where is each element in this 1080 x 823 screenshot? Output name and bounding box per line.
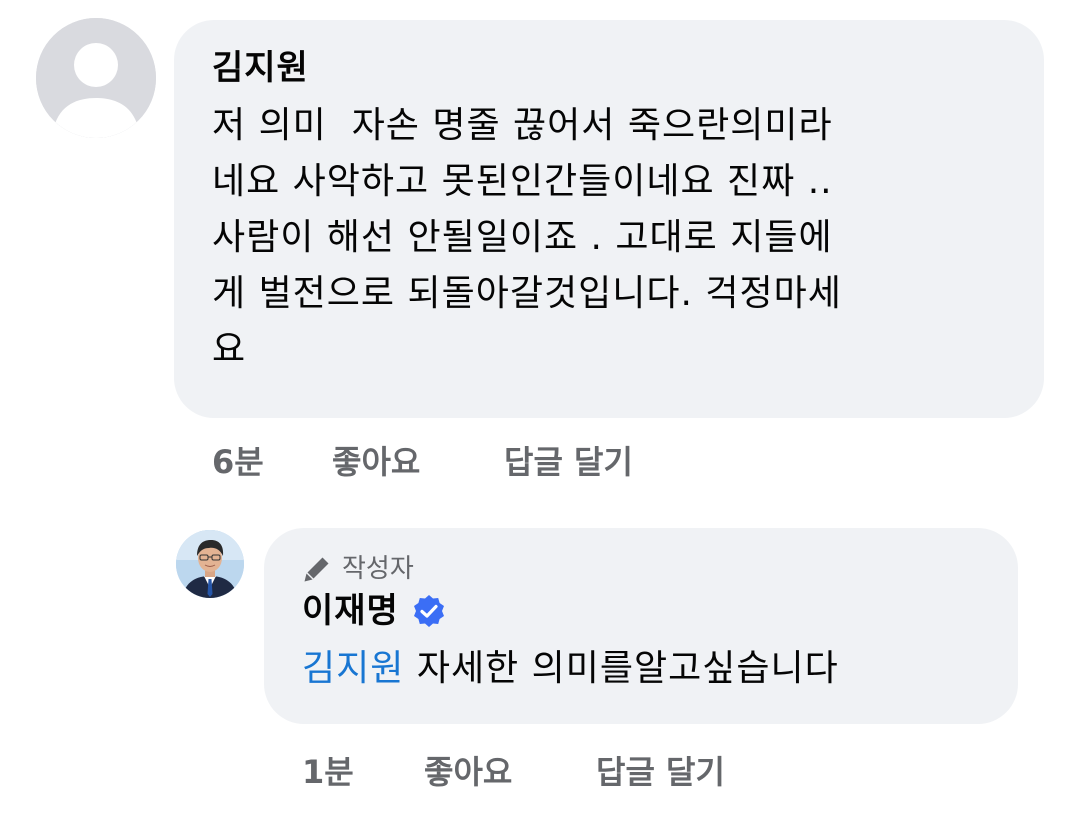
verified-badge-icon — [413, 595, 444, 627]
reply-bubble: 작성자 이재명 김지원 자세한 의미를알고싶습니다 — [264, 528, 1018, 724]
mention-link[interactable]: 김지원 — [302, 648, 404, 689]
comment-timestamp[interactable]: 6분 — [212, 442, 332, 482]
pencil-icon — [304, 557, 329, 582]
author-badge: 작성자 — [302, 552, 988, 586]
reply-reply-button[interactable]: 답글 달기 — [596, 752, 725, 792]
reply-author-name[interactable]: 이재명 — [302, 588, 399, 634]
comment-author-name[interactable]: 김지원 — [212, 44, 1014, 92]
reply-timestamp[interactable]: 1분 — [302, 752, 424, 792]
commenter-avatar[interactable] — [36, 18, 156, 138]
author-badge-label: 작성자 — [342, 554, 414, 584]
reply-button[interactable]: 답글 달기 — [504, 442, 633, 482]
comment-text: 저 의미 자손 명줄 끊어서 죽으란의미라 네요 사악하고 못된인간들이네요 진… — [212, 105, 842, 370]
comment-actions: 6분 좋아요 답글 달기 — [212, 442, 633, 482]
reply-body: 자세한 의미를알고싶습니다 — [404, 648, 839, 689]
author-profile-photo — [176, 530, 244, 598]
reply-actions: 1분 좋아요 답글 달기 — [302, 752, 725, 792]
default-profile-icon — [36, 18, 156, 138]
like-button[interactable]: 좋아요 — [332, 442, 504, 482]
reply-like-button[interactable]: 좋아요 — [424, 752, 596, 792]
author-avatar[interactable] — [176, 530, 244, 598]
reply-author-row: 이재명 — [302, 588, 988, 634]
reply-text: 김지원 자세한 의미를알고싶습니다 — [302, 644, 988, 694]
comment-bubble: 김지원 저 의미 자손 명줄 끊어서 죽으란의미라 네요 사악하고 못된인간들이… — [174, 20, 1044, 418]
